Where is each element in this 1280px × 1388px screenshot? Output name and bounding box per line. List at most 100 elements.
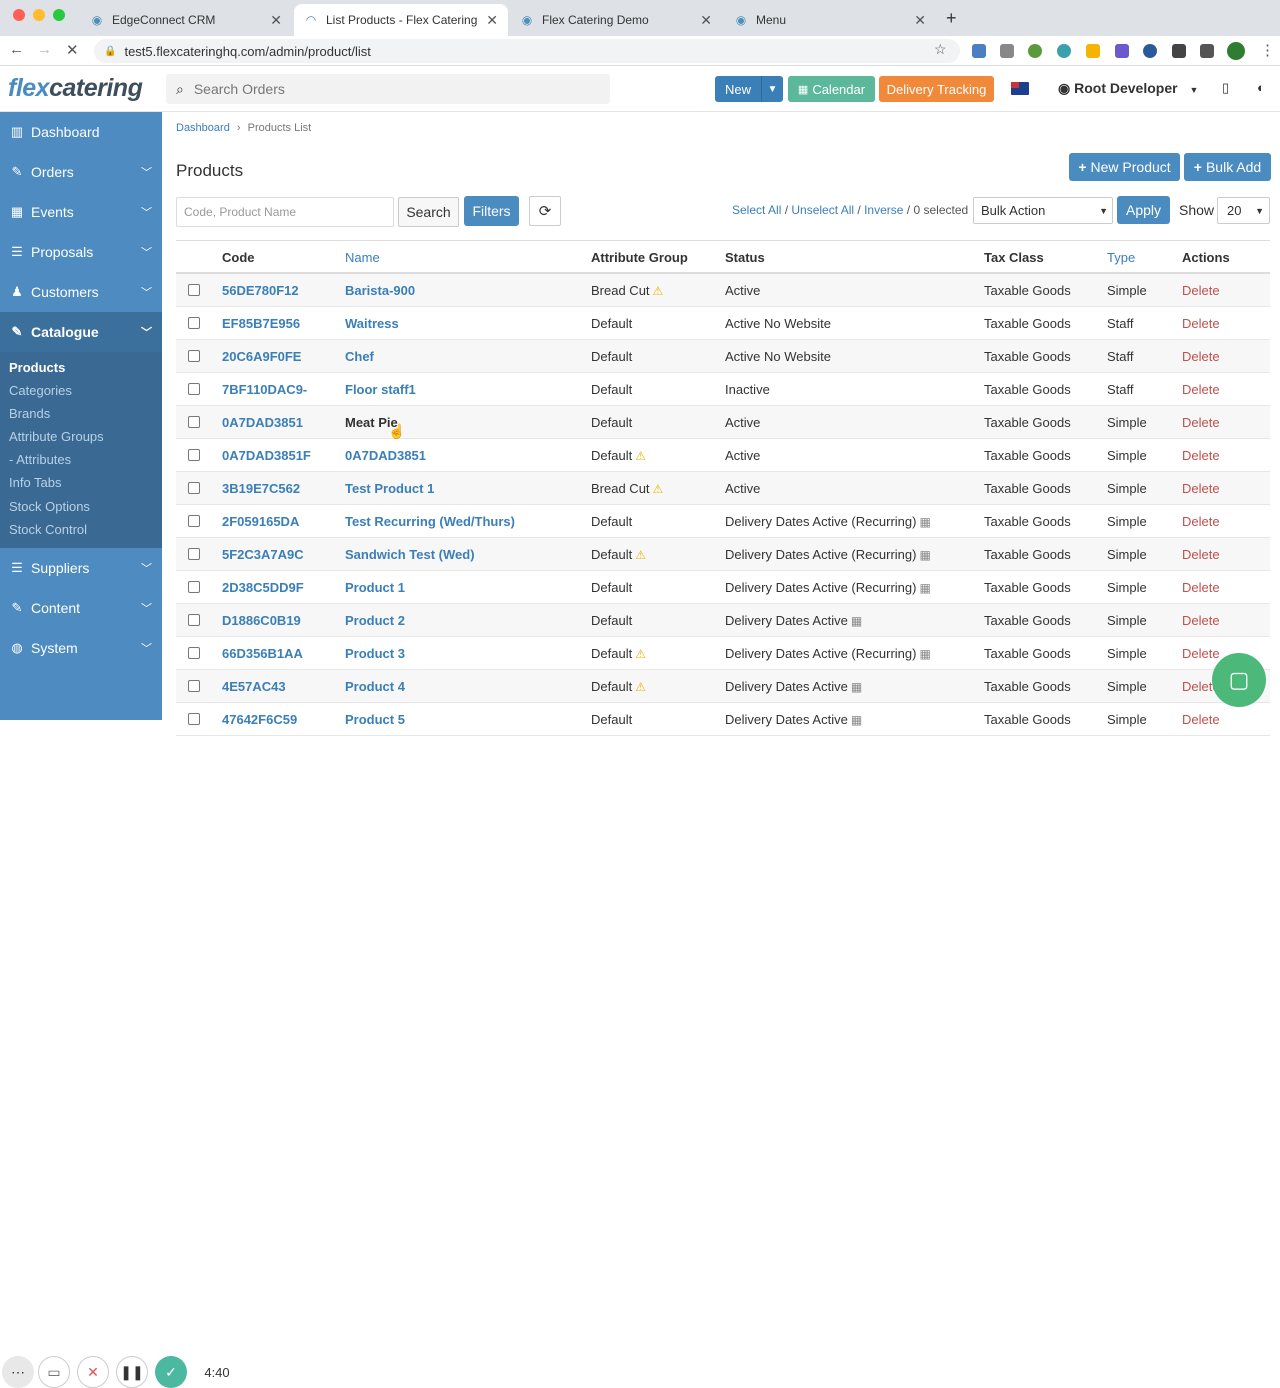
new-product-button[interactable]: + New Product xyxy=(1069,153,1180,181)
extension-icon[interactable] xyxy=(1057,44,1071,58)
row-checkbox[interactable] xyxy=(188,383,200,395)
browser-tab-menu[interactable]: ◉ Menu ✕ xyxy=(724,4,936,36)
submenu-info-tabs[interactable]: Info Tabs xyxy=(9,475,62,490)
sidebar-item-customers[interactable]: ♟ Customers ﹀ xyxy=(0,272,162,312)
extension-icon[interactable] xyxy=(972,44,986,58)
extension-icon[interactable] xyxy=(1028,44,1042,58)
sidebar-item-suppliers[interactable]: ☰ Suppliers ﹀ xyxy=(0,548,162,588)
bulk-add-button[interactable]: + Bulk Add xyxy=(1184,153,1271,181)
delete-link[interactable]: Delete xyxy=(1182,646,1220,661)
product-name-link[interactable]: Test Product 1 xyxy=(345,481,434,496)
breadcrumb-dashboard-link[interactable]: Dashboard xyxy=(176,122,230,134)
row-checkbox[interactable] xyxy=(188,647,200,659)
close-window-button[interactable] xyxy=(13,9,25,21)
row-checkbox[interactable] xyxy=(188,317,200,329)
filters-button[interactable]: Filters xyxy=(464,196,519,226)
camera-icon[interactable] xyxy=(1000,44,1014,58)
search-button[interactable]: Search xyxy=(398,197,459,227)
delete-link[interactable]: Delete xyxy=(1182,514,1220,529)
tablet-icon[interactable]: ▯ xyxy=(1222,80,1229,96)
pause-recording-icon[interactable]: ❚❚ xyxy=(116,1356,148,1388)
product-code-link[interactable]: 0A7DAD3851F xyxy=(222,448,311,463)
inverse-link[interactable]: Inverse xyxy=(864,203,903,217)
sidebar-item-content[interactable]: ✎ Content ﹀ xyxy=(0,588,162,628)
apply-button[interactable]: Apply xyxy=(1117,196,1170,224)
more-options-icon[interactable]: ⋯ xyxy=(2,1356,34,1388)
row-checkbox[interactable] xyxy=(188,350,200,362)
row-checkbox[interactable] xyxy=(188,482,200,494)
close-icon[interactable]: ✕ xyxy=(700,12,712,29)
delete-link[interactable]: Delete xyxy=(1182,382,1220,397)
camera-toggle-icon[interactable]: ▭ xyxy=(38,1356,70,1388)
product-name-link[interactable]: Floor staff1 xyxy=(345,382,416,397)
drive-icon[interactable] xyxy=(1086,44,1100,58)
product-code-link[interactable]: D1886C0B19 xyxy=(222,613,301,628)
chat-support-icon[interactable]: ▢ xyxy=(1212,653,1266,707)
url-field[interactable]: 🔒 test5.flexcateringhq.com/admin/product… xyxy=(94,39,960,63)
calendar-button[interactable]: ▦ Calendar xyxy=(788,76,875,102)
delete-link[interactable]: Delete xyxy=(1182,613,1220,628)
row-checkbox[interactable] xyxy=(188,515,200,527)
col-type-sort[interactable]: Type xyxy=(1107,250,1135,265)
bookmark-star-icon[interactable]: ☆ xyxy=(934,41,947,58)
delete-link[interactable]: Delete xyxy=(1182,283,1220,298)
finish-recording-icon[interactable]: ✓ xyxy=(155,1356,187,1388)
product-filter-input[interactable]: Code, Product Name xyxy=(176,197,394,227)
profile-avatar[interactable] xyxy=(1227,42,1245,60)
new-button[interactable]: New xyxy=(715,76,761,102)
delete-link[interactable]: Delete xyxy=(1182,580,1220,595)
browser-tab-edgeconnect[interactable]: ◉ EdgeConnect CRM ✕ xyxy=(80,4,292,36)
product-name-link[interactable]: Sandwich Test (Wed) xyxy=(345,547,475,562)
col-name-sort[interactable]: Name xyxy=(345,250,380,265)
product-name-link[interactable]: 0A7DAD3851 xyxy=(345,448,426,463)
row-checkbox[interactable] xyxy=(188,416,200,428)
delete-link[interactable]: Delete xyxy=(1182,349,1220,364)
product-code-link[interactable]: 56DE780F12 xyxy=(222,283,299,298)
product-name-link[interactable]: Barista-900 xyxy=(345,283,415,298)
row-checkbox[interactable] xyxy=(188,449,200,461)
product-code-link[interactable]: 5F2C3A7A9C xyxy=(222,547,304,562)
product-code-link[interactable]: 66D356B1AA xyxy=(222,646,303,661)
row-checkbox[interactable] xyxy=(188,548,200,560)
delete-link[interactable]: Delete xyxy=(1182,448,1220,463)
delete-link[interactable]: Delete xyxy=(1182,415,1220,430)
show-count-select[interactable]: 20 ▼ xyxy=(1217,197,1270,224)
globe-icon[interactable]: ◐ xyxy=(1257,80,1265,95)
sidebar-item-system[interactable]: ◍ System ﹀ xyxy=(0,628,162,668)
select-all-link[interactable]: Select All xyxy=(732,203,781,217)
submenu-categories[interactable]: Categories xyxy=(9,383,72,398)
sidebar-item-dashboard[interactable]: ▥ Dashboard xyxy=(0,112,162,152)
browser-tab-flex-demo[interactable]: ◉ Flex Catering Demo ✕ xyxy=(510,4,722,36)
product-name-link[interactable]: Chef xyxy=(345,349,374,364)
new-tab-button[interactable]: + xyxy=(946,8,957,29)
delivery-tracking-button[interactable]: Delivery Tracking xyxy=(879,76,994,102)
search-orders-input[interactable]: ⌕ Search Orders xyxy=(166,74,610,104)
sidebar-item-proposals[interactable]: ☰ Proposals ﹀ xyxy=(0,232,162,272)
maximize-window-button[interactable] xyxy=(53,9,65,21)
delete-link[interactable]: Delete xyxy=(1182,547,1220,562)
row-checkbox[interactable] xyxy=(188,614,200,626)
submenu-stock-control[interactable]: Stock Control xyxy=(9,522,87,537)
product-code-link[interactable]: EF85B7E956 xyxy=(222,316,300,331)
sidebar-item-orders[interactable]: ✎ Orders ﹀ xyxy=(0,152,162,192)
minimize-window-button[interactable] xyxy=(33,9,45,21)
bulk-action-select[interactable]: Bulk Action ▼ xyxy=(973,197,1113,224)
cancel-recording-icon[interactable]: ✕ xyxy=(77,1356,109,1388)
browser-tab-list-products[interactable]: ◠ List Products - Flex Catering ✕ xyxy=(294,4,508,36)
product-code-link[interactable]: 2D38C5DD9F xyxy=(222,580,304,595)
product-name-link[interactable]: Product 1 xyxy=(345,580,405,595)
australia-flag-icon[interactable] xyxy=(1011,82,1029,95)
user-menu[interactable]: ◉ Root Developer ▼ xyxy=(1058,80,1198,97)
submenu-products[interactable]: Products xyxy=(9,360,65,375)
submenu-stock-options[interactable]: Stock Options xyxy=(9,499,90,514)
clock-icon[interactable] xyxy=(1143,44,1157,58)
new-dropdown-caret[interactable]: ▼ xyxy=(761,76,783,102)
product-name-link[interactable]: Product 3 xyxy=(345,646,405,661)
submenu-attributes[interactable]: - Attributes xyxy=(9,452,71,467)
submenu-attribute-groups[interactable]: Attribute Groups xyxy=(9,429,104,444)
product-code-link[interactable]: 20C6A9F0FE xyxy=(222,349,301,364)
submenu-brands[interactable]: Brands xyxy=(9,406,50,421)
delete-link[interactable]: Delete xyxy=(1182,481,1220,496)
refresh-button[interactable]: ⟳ xyxy=(529,196,561,226)
close-icon[interactable]: ✕ xyxy=(486,12,498,29)
